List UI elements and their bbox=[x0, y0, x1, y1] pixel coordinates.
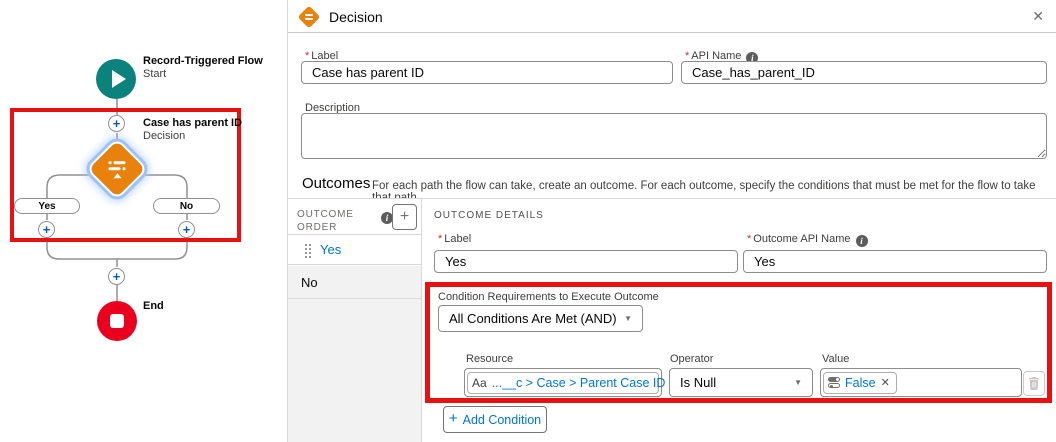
flow-canvas: Record-Triggered Flow Start + Case has p… bbox=[0, 0, 287, 442]
close-icon[interactable]: ✕ bbox=[1032, 8, 1044, 25]
value-label: Value bbox=[822, 353, 849, 365]
plus-icon: + bbox=[113, 117, 121, 130]
resource-label: Resource bbox=[466, 353, 513, 365]
chevron-down-icon: ▼ bbox=[794, 378, 802, 387]
outcomes-heading: Outcomes bbox=[302, 175, 370, 192]
branch-label-no: No bbox=[153, 198, 220, 214]
outcome-item-label: No bbox=[301, 275, 318, 290]
resource-combobox[interactable]: Aa ...__c > Case > Parent Case ID ✕ bbox=[464, 368, 662, 397]
decision-edit-panel: Decision ✕ *Label *API Namei Description… bbox=[287, 0, 1056, 442]
plus-icon: + bbox=[183, 223, 191, 236]
value-pill: False ✕ bbox=[823, 372, 897, 394]
decision-node-title: Case has parent ID bbox=[143, 117, 242, 129]
info-icon[interactable]: i bbox=[856, 235, 868, 247]
outcome-label-input[interactable] bbox=[434, 250, 738, 273]
operator-select[interactable]: Is Null ▼ bbox=[669, 368, 813, 397]
condition-requirements-label: Condition Requirements to Execute Outcom… bbox=[438, 291, 659, 303]
add-element-button-merge[interactable]: + bbox=[108, 268, 125, 285]
value-combobox[interactable]: False ✕ bbox=[820, 368, 1022, 397]
end-node-title: End bbox=[143, 300, 164, 312]
resource-pill: Aa ...__c > Case > Parent Case ID ✕ bbox=[467, 372, 659, 394]
chevron-down-icon: ▼ bbox=[624, 314, 632, 323]
add-outcome-button[interactable]: + bbox=[392, 204, 417, 230]
add-element-button-top[interactable]: + bbox=[108, 115, 125, 132]
decision-node-subtitle: Decision bbox=[143, 130, 185, 142]
remove-icon[interactable]: ✕ bbox=[881, 376, 890, 389]
operator-label: Operator bbox=[670, 353, 713, 365]
panel-header: Decision ✕ bbox=[288, 0, 1056, 33]
trash-icon bbox=[1028, 377, 1040, 390]
condition-requirements-select[interactable]: All Conditions Are Met (AND) ▼ bbox=[438, 305, 643, 332]
add-condition-label: Add Condition bbox=[463, 413, 542, 427]
required-asterisk: * bbox=[747, 233, 751, 245]
label-input[interactable] bbox=[301, 61, 673, 84]
api-name-input[interactable] bbox=[681, 61, 1047, 84]
branch-label-yes: Yes bbox=[14, 198, 80, 214]
add-condition-button[interactable]: + Add Condition bbox=[443, 406, 547, 433]
resource-pill-label: ...__c > Case > Parent Case ID bbox=[492, 376, 666, 390]
start-node[interactable] bbox=[96, 59, 136, 99]
outcome-order-list: Outcome Order i + Yes No bbox=[288, 199, 422, 442]
plus-icon: + bbox=[43, 223, 51, 236]
start-node-title: Record-Triggered Flow bbox=[143, 55, 263, 67]
selected-value: Is Null bbox=[680, 375, 794, 390]
plus-icon: + bbox=[113, 270, 121, 283]
boolean-toggle-icon bbox=[828, 377, 840, 388]
start-node-subtitle: Start bbox=[143, 68, 166, 80]
delete-condition-button[interactable] bbox=[1023, 371, 1045, 396]
plus-icon: + bbox=[449, 410, 458, 427]
outcomes-help-text: For each path the flow can take, create … bbox=[372, 180, 1042, 204]
selected-value: All Conditions Are Met (AND) bbox=[449, 311, 624, 326]
outcome-order-title: Outcome Order bbox=[297, 208, 363, 234]
add-element-button-no[interactable]: + bbox=[178, 221, 195, 238]
end-node[interactable] bbox=[97, 301, 137, 341]
outcome-api-input[interactable] bbox=[743, 250, 1047, 273]
required-asterisk: * bbox=[438, 233, 442, 245]
add-element-button-yes[interactable]: + bbox=[38, 221, 55, 238]
decision-icon bbox=[298, 6, 321, 29]
outcome-item-no[interactable]: No bbox=[288, 266, 421, 299]
description-textarea[interactable] bbox=[301, 113, 1047, 159]
decision-icon bbox=[109, 161, 126, 178]
outcome-api-field-label: *Outcome API Namei bbox=[747, 233, 868, 247]
panel-title: Decision bbox=[329, 9, 383, 25]
condition-requirements-highlight-box: Condition Requirements to Execute Outcom… bbox=[425, 282, 1052, 403]
value-pill-label: False bbox=[845, 376, 876, 390]
outcome-list-background bbox=[288, 299, 421, 442]
drag-handle-icon[interactable] bbox=[305, 244, 307, 246]
outcome-item-yes[interactable]: Yes bbox=[288, 234, 421, 265]
stop-icon bbox=[110, 314, 124, 328]
outcome-item-label: Yes bbox=[320, 242, 341, 257]
text-type-icon: Aa bbox=[472, 376, 487, 390]
outcome-details-title: Outcome Details bbox=[434, 210, 544, 221]
play-icon bbox=[112, 70, 126, 88]
outcome-label-field-label: *Label bbox=[438, 233, 471, 245]
